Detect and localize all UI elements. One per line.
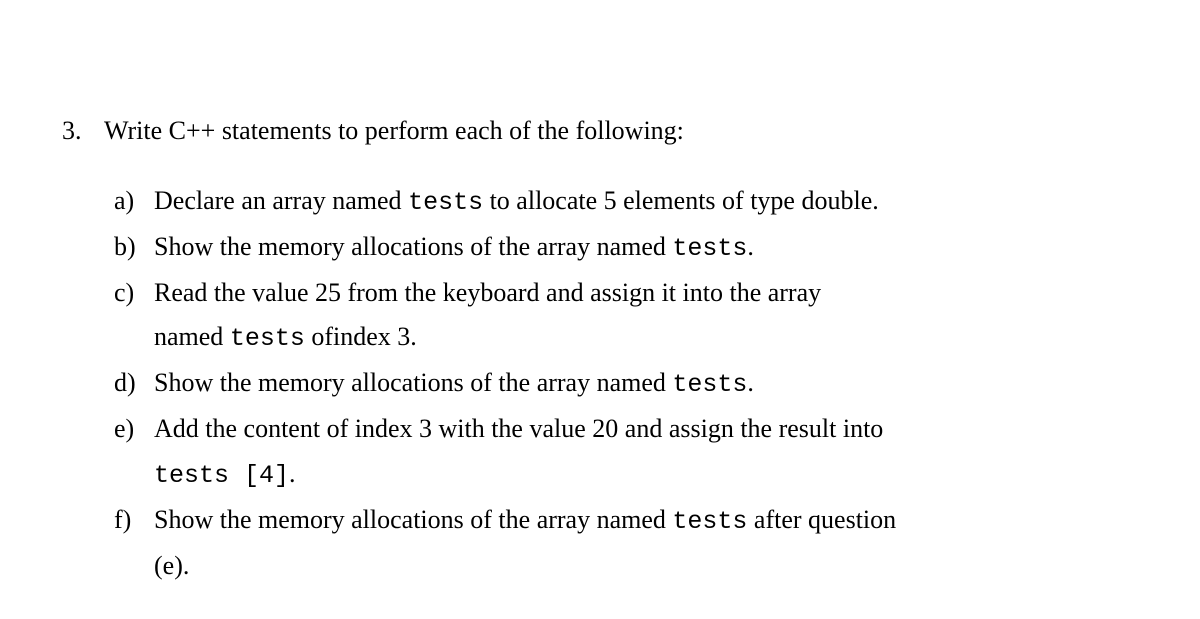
item-d-text: Show the memory allocations of the array… — [154, 362, 1138, 405]
document-content: 3. Write C++ statements to perform each … — [0, 0, 1200, 619]
item-a-text: Declare an array named tests to allocate… — [154, 180, 1138, 223]
item-b-part1: Show the memory allocations of the array… — [154, 232, 672, 261]
item-a: a) Declare an array named tests to alloc… — [114, 180, 1138, 223]
item-f-line1-part2: after question — [747, 505, 896, 534]
item-c-line2: named tests ofindex 3. — [114, 316, 1138, 359]
question-number: 3. — [62, 110, 102, 152]
item-f-line1-code: tests — [672, 507, 747, 536]
item-b-text: Show the memory allocations of the array… — [154, 226, 1138, 269]
item-f-line2: (e). — [114, 545, 1138, 587]
item-e-line2: tests [4]. — [114, 453, 1138, 496]
item-f-line1-part1: Show the memory allocations of the array… — [154, 505, 672, 534]
item-e-line2-code: tests [4] — [154, 461, 289, 490]
item-d-code1: tests — [672, 370, 747, 399]
item-e-line2-part2: . — [289, 459, 296, 488]
item-b-code1: tests — [672, 234, 747, 263]
item-f-line2-text: (e). — [154, 551, 189, 580]
item-a-part1: Declare an array named — [154, 186, 408, 215]
item-a-label: a) — [114, 180, 154, 222]
item-c-text: Read the value 25 from the keyboard and … — [154, 272, 1138, 314]
item-a-part2: to allocate 5 elements of type double. — [483, 186, 879, 215]
sub-items-list: a) Declare an array named tests to alloc… — [62, 180, 1138, 587]
item-f-text: Show the memory allocations of the array… — [154, 499, 1138, 542]
item-b-label: b) — [114, 226, 154, 268]
item-d-part2: . — [747, 368, 754, 397]
item-b: b) Show the memory allocations of the ar… — [114, 226, 1138, 269]
item-c-line2-part1: named — [154, 322, 230, 351]
item-a-code1: tests — [408, 188, 483, 217]
item-c-line2-part2: ofindex 3. — [305, 322, 417, 351]
item-d-part1: Show the memory allocations of the array… — [154, 368, 672, 397]
item-c: c) Read the value 25 from the keyboard a… — [114, 272, 1138, 314]
item-c-line1: Read the value 25 from the keyboard and … — [154, 278, 821, 307]
item-e: e) Add the content of index 3 with the v… — [114, 408, 1138, 450]
item-d-label: d) — [114, 362, 154, 404]
item-e-text: Add the content of index 3 with the valu… — [154, 408, 1138, 450]
item-f-label: f) — [114, 499, 154, 541]
question-text: Write C++ statements to perform each of … — [104, 110, 684, 152]
item-d: d) Show the memory allocations of the ar… — [114, 362, 1138, 405]
item-c-line2-code: tests — [230, 324, 305, 353]
item-f: f) Show the memory allocations of the ar… — [114, 499, 1138, 542]
item-e-label: e) — [114, 408, 154, 450]
item-b-part2: . — [747, 232, 754, 261]
item-c-label: c) — [114, 272, 154, 314]
question-3: 3. Write C++ statements to perform each … — [62, 110, 1138, 152]
item-e-line1: Add the content of index 3 with the valu… — [154, 414, 883, 443]
